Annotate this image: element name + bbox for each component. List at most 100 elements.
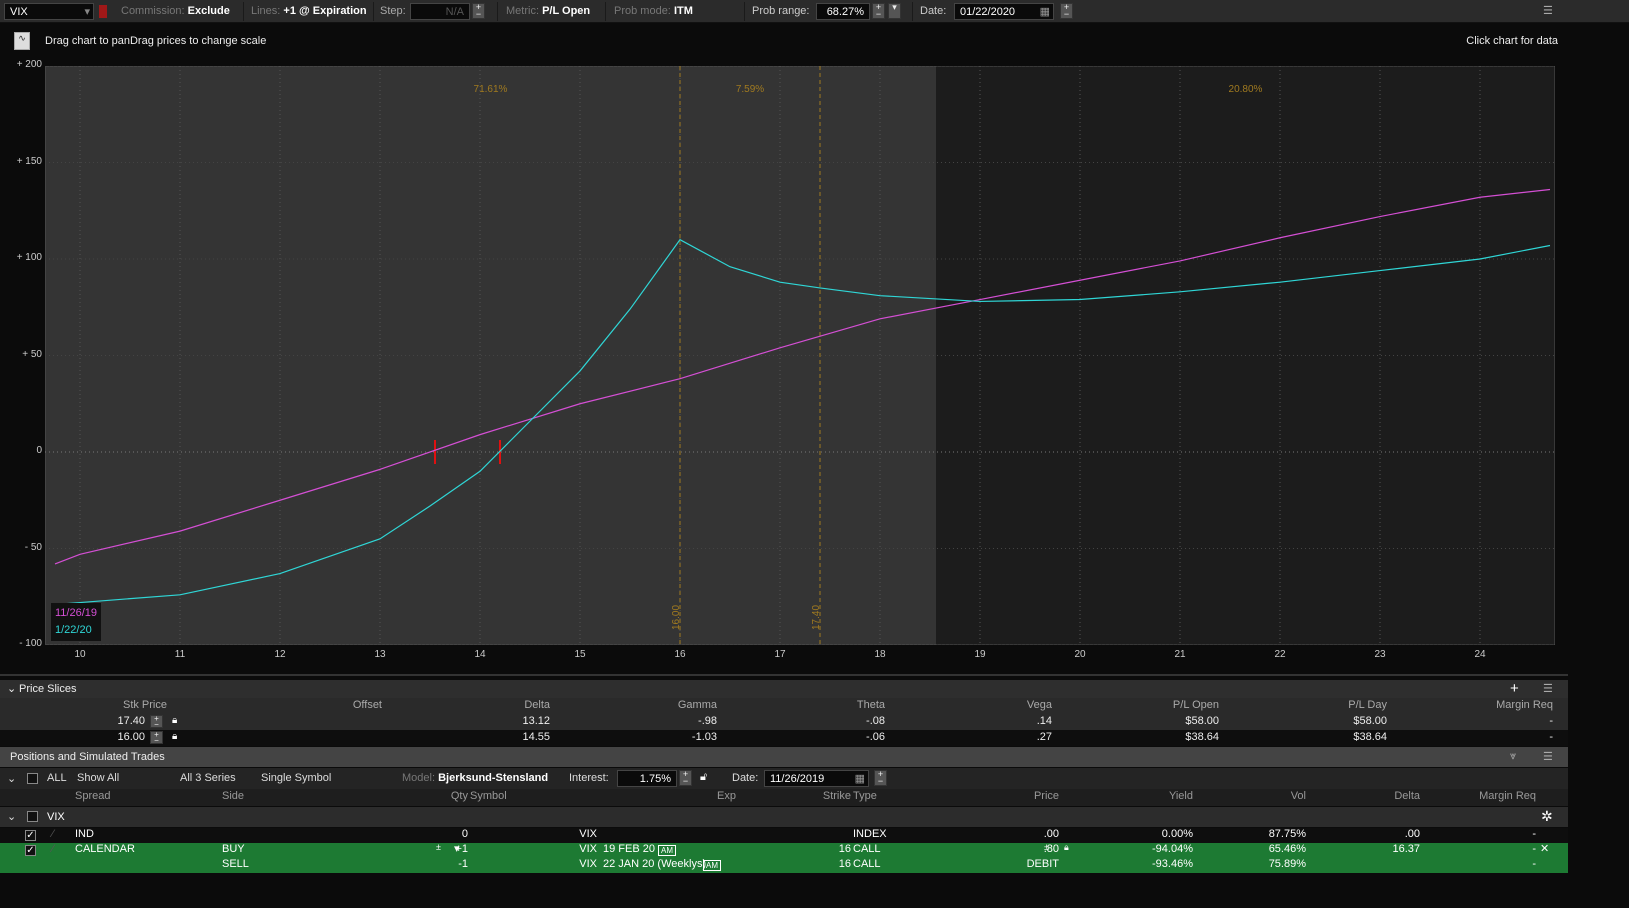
column-header[interactable]: Delta: [1394, 790, 1420, 802]
price-slice-label: 16.00: [671, 604, 683, 631]
cell-qty[interactable]: -1: [458, 858, 468, 870]
qty-dropdown[interactable]: ▾: [454, 842, 460, 855]
position-row[interactable]: SELL -1 VIX 22 JAN 20 (Weeklys) 16 CALL DEBIT -…: [0, 858, 1568, 873]
column-header[interactable]: Yield: [1169, 790, 1193, 802]
prob-range-stepper[interactable]: + −: [872, 3, 885, 19]
positions-date-stepper[interactable]: + −: [874, 770, 887, 786]
expand-icon[interactable]: ⩔: [1510, 750, 1516, 763]
risk-profile-chart[interactable]: [45, 66, 1555, 645]
menu-icon[interactable]: ☰: [1543, 682, 1553, 695]
cell-type: CALL: [853, 858, 881, 870]
position-row[interactable]: ✓ ⁄ IND 0 VIX INDEX .00 0.00% 87.75% .00 -: [0, 828, 1568, 843]
step-stepper[interactable]: + −: [472, 3, 485, 19]
calendar-icon[interactable]: ▦: [1040, 5, 1050, 18]
column-header[interactable]: Offset: [353, 699, 382, 711]
prob-region-inside: [45, 66, 936, 645]
column-header[interactable]: Vol: [1291, 790, 1306, 802]
select-all-checkbox[interactable]: [27, 773, 38, 784]
position-row[interactable]: ✓ ⁄ CALENDAR BUY +1 VIX 19 FEB 20 16 CALL .80 -94.…: [0, 842, 1568, 858]
group-checkbox[interactable]: [27, 811, 38, 822]
column-header[interactable]: Margin Req: [1479, 790, 1536, 802]
qty-stepper[interactable]: ±: [436, 842, 441, 852]
column-header[interactable]: Spread: [75, 790, 110, 802]
row-checkbox[interactable]: ✓: [25, 830, 36, 841]
price-slices-header[interactable]: ⌄ Price Slices + ☰: [0, 680, 1568, 698]
column-header[interactable]: Type: [853, 790, 877, 802]
column-header[interactable]: Margin Req: [1496, 699, 1553, 711]
prob-mode-label: Prob mode:: [614, 5, 671, 17]
column-header[interactable]: Vega: [1027, 699, 1052, 711]
interest-stepper[interactable]: + −: [679, 770, 692, 786]
prob-region-label: 71.61%: [473, 84, 508, 95]
chart-toggle-icon[interactable]: ⁄: [52, 828, 54, 840]
column-header[interactable]: Theta: [857, 699, 885, 711]
x-tick-label: 24: [1474, 649, 1486, 660]
collapse-icon[interactable]: ⌄: [7, 810, 16, 823]
price-stepper[interactable]: + −: [150, 715, 163, 729]
chart-toggle-icon[interactable]: ⁄: [52, 843, 54, 855]
symbol-filter-dropdown[interactable]: Single Symbol: [261, 772, 331, 784]
menu-icon[interactable]: ☰: [1543, 750, 1553, 763]
prob-range-input[interactable]: 68.27%: [816, 3, 870, 20]
show-filter-dropdown[interactable]: Show All: [77, 772, 119, 784]
settings-icon[interactable]: ✲: [1541, 808, 1553, 825]
remove-icon[interactable]: ✕: [1540, 842, 1549, 855]
column-header[interactable]: Stk Price: [123, 699, 167, 711]
positions-date-input[interactable]: 11/26/2019 ▦: [764, 770, 869, 787]
positions-header[interactable]: Positions and Simulated Trades ⩔ ☰: [0, 747, 1568, 767]
column-header[interactable]: Gamma: [678, 699, 717, 711]
row-checkbox[interactable]: ✓: [25, 845, 36, 856]
cell-side[interactable]: SELL: [222, 858, 249, 870]
cell-price[interactable]: DEBIT: [1027, 858, 1059, 870]
column-header[interactable]: Strike: [823, 790, 851, 802]
cell-side[interactable]: BUY: [222, 843, 245, 855]
calendar-icon[interactable]: ▦: [855, 772, 865, 785]
date-stepper[interactable]: + −: [1060, 3, 1073, 19]
column-header[interactable]: Exp: [717, 790, 736, 802]
symbol-select[interactable]: VIX ▾: [4, 3, 94, 20]
cell-vol: 65.46%: [1268, 843, 1306, 855]
column-header[interactable]: Side: [222, 790, 244, 802]
lock-icon[interactable]: 🔒︎: [1064, 842, 1069, 853]
column-header[interactable]: P/L Open: [1173, 699, 1219, 711]
add-icon[interactable]: +: [1510, 680, 1519, 697]
positions-column-header: Spread Side Qty Symbol Exp Strike Type Price Yie…: [0, 789, 1568, 806]
group-row-vix[interactable]: ⌄ VIX ✲: [0, 807, 1568, 827]
lock-icon[interactable]: 🔒︎: [172, 715, 177, 726]
chart-icon[interactable]: ∿: [14, 32, 30, 50]
column-header[interactable]: Price: [1034, 790, 1059, 802]
lock-icon[interactable]: 🔒︎: [172, 731, 177, 742]
lines-value: +1 @ Expiration: [283, 5, 367, 17]
interest-input[interactable]: 1.75%: [617, 770, 677, 787]
commission-dropdown[interactable]: Commission: Exclude: [121, 5, 230, 17]
cell-symbol: VIX: [579, 828, 597, 840]
prob-range-dropdown[interactable]: ▾: [888, 3, 901, 19]
step-input[interactable]: N/A: [410, 3, 470, 20]
price-slice-cell[interactable]: 16.00: [117, 731, 145, 743]
menu-icon[interactable]: ☰: [1543, 4, 1553, 17]
column-header[interactable]: Qty: [451, 790, 468, 802]
cell-qty[interactable]: 0: [462, 828, 468, 840]
column-header[interactable]: Symbol: [470, 790, 507, 802]
price-stepper[interactable]: + −: [150, 731, 163, 745]
price-slice-cell[interactable]: 17.40: [117, 715, 145, 727]
price-stepper[interactable]: ±: [1044, 842, 1049, 852]
series-filter-dropdown[interactable]: All 3 Series: [180, 772, 236, 784]
unlock-icon[interactable]: 🔓︎: [700, 771, 707, 784]
lines-dropdown[interactable]: Lines: +1 @ Expiration: [251, 5, 367, 17]
collapse-icon[interactable]: ⌄: [7, 682, 16, 695]
date-input[interactable]: 01/22/2020 ▦: [954, 3, 1054, 20]
price-slice-row: 16.00 14.55 -1.03 -.06 .27 $38.64 $38.64 - + − 🔒︎: [0, 730, 1568, 746]
cell-margin: -: [1532, 828, 1536, 840]
prob-mode-dropdown[interactable]: Prob mode: ITM: [614, 5, 693, 17]
model-value: Bjerksund-Stensland: [438, 772, 549, 784]
cell-price[interactable]: .00: [1044, 828, 1059, 840]
column-header[interactable]: P/L Day: [1348, 699, 1387, 711]
alert-icon[interactable]: [99, 5, 107, 18]
collapse-icon[interactable]: ⌄: [7, 772, 16, 785]
model-dropdown[interactable]: Model: Bjerksund-Stensland: [402, 772, 548, 784]
x-tick-label: 22: [1274, 649, 1286, 660]
cell-spread: CALENDAR: [75, 843, 135, 855]
column-header[interactable]: Delta: [524, 699, 550, 711]
metric-dropdown[interactable]: Metric: P/L Open: [506, 5, 590, 17]
